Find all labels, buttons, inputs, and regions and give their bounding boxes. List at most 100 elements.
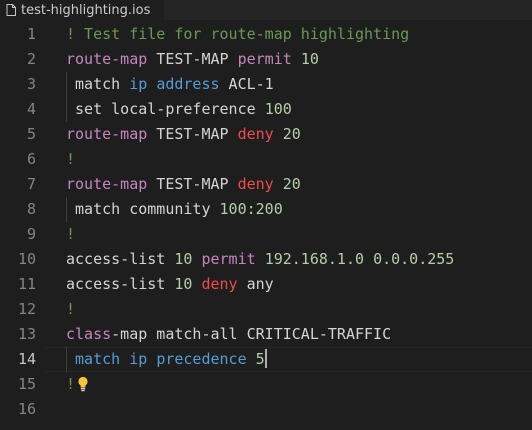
token-number: 5 — [255, 350, 265, 368]
line-number: 4 — [26, 100, 36, 118]
code-line[interactable]: 12! — [0, 297, 532, 322]
token-number: 10 — [174, 250, 193, 268]
code-text: ! — [66, 222, 75, 247]
line-number: 5 — [26, 125, 36, 143]
line-number: 10 — [17, 250, 36, 268]
code-line[interactable]: 7 route-map TEST-MAP deny 20 — [0, 172, 532, 197]
line-number: 9 — [26, 225, 36, 243]
token-plain: access-list — [66, 250, 175, 268]
file-icon — [6, 4, 16, 16]
code-line[interactable]: 14 match ip precedence 5 — [0, 347, 532, 372]
token-ip: ip — [129, 75, 148, 93]
code-text: route-map TEST-MAP deny 20 — [66, 122, 301, 147]
token-permit: permit — [237, 50, 292, 68]
tab-test-highlighting[interactable]: test-highlighting.ios — [0, 0, 165, 20]
line-number: 11 — [17, 275, 36, 293]
token-plain: TEST-MAP — [147, 50, 238, 68]
code-line[interactable]: 1 ! Test file for route-map highlighting — [0, 22, 532, 47]
token-number: 10 — [300, 50, 319, 68]
code-text: ! — [66, 147, 75, 172]
code-line[interactable]: 6! — [0, 147, 532, 172]
code-text: ! — [66, 297, 75, 322]
token-plain: match community — [66, 200, 220, 218]
code-line[interactable]: 8 match community 100:200 — [0, 197, 532, 222]
code-text: match ip address ACL-1 — [66, 72, 274, 97]
token-number: 10 — [174, 275, 193, 293]
token-number: 100:200 — [219, 200, 283, 218]
code-text: class-map match-all CRITICAL-TRAFFIC — [66, 322, 391, 347]
token-keyword: class — [66, 325, 112, 343]
line-number: 8 — [26, 200, 36, 218]
line-number: 6 — [26, 150, 36, 168]
line-number: 1 — [26, 25, 36, 43]
code-line[interactable]: 4 set local-preference 100 — [0, 97, 532, 122]
token-deny: deny — [201, 275, 238, 293]
token-plain: access-list — [66, 275, 175, 293]
code-text: ! Test file for route-map highlighting — [66, 22, 409, 47]
token-plain: set local-preference — [66, 100, 265, 118]
token-number: 20 — [282, 175, 301, 193]
line-number: 12 — [17, 300, 36, 318]
token-comment: ! — [66, 375, 76, 393]
code-text: ! — [66, 372, 89, 397]
code-line[interactable]: 13 class-map match-all CRITICAL-TRAFFIC — [0, 322, 532, 347]
line-number: 14 — [17, 350, 36, 368]
token-plain: match — [66, 75, 130, 93]
token-keyword: route-map — [66, 175, 148, 193]
token-deny: deny — [237, 125, 274, 143]
line-number: 2 — [26, 50, 36, 68]
token-comment: ! — [66, 150, 76, 168]
token-plain: TEST-MAP — [147, 125, 238, 143]
token-ip: ip — [129, 350, 148, 368]
code-line[interactable]: 9! — [0, 222, 532, 247]
line-number: 16 — [17, 400, 36, 418]
line-number: 3 — [26, 75, 36, 93]
token-deny: deny — [237, 175, 274, 193]
code-editor[interactable]: 1 ! Test file for route-map highlighting 2… — [0, 20, 532, 430]
code-line[interactable]: 10 access-list 10 permit 192.168.1.0 0.0.… — [0, 247, 532, 272]
code-line[interactable]: 3 match ip address ACL-1 — [0, 72, 532, 97]
token-plain: any — [237, 275, 274, 293]
token-comment: ! Test file for route-map highlighting — [66, 25, 410, 43]
token-comment: ! — [66, 225, 76, 243]
token-number: 100 — [264, 100, 292, 118]
code-text: match ip precedence 5 — [66, 347, 267, 372]
token-number: 20 — [282, 125, 301, 143]
token-permit: permit — [201, 250, 256, 268]
code-line[interactable]: 5 route-map TEST-MAP deny 20 — [0, 122, 532, 147]
token-plain: ACL-1 — [219, 75, 274, 93]
token-number: 0.0.0.255 — [373, 250, 455, 268]
code-line[interactable]: 15! — [0, 372, 532, 397]
code-text: set local-preference 100 — [66, 97, 292, 122]
code-line[interactable]: 11 access-list 10 deny any — [0, 272, 532, 297]
token-plain: -map match-all CRITICAL-TRAFFIC — [111, 325, 392, 343]
line-number: 13 — [17, 325, 36, 343]
code-line[interactable]: 2 route-map TEST-MAP permit 10 — [0, 47, 532, 72]
token-plain: TEST-MAP — [147, 175, 238, 193]
token-ip: match — [75, 350, 121, 368]
tab-bar: test-highlighting.ios — [0, 0, 532, 20]
token-comment: ! — [66, 300, 76, 318]
token-keyword: route-map — [66, 50, 148, 68]
text-cursor — [264, 349, 267, 368]
code-text: match community 100:200 — [66, 197, 283, 222]
line-number: 15 — [17, 375, 36, 393]
tab-label: test-highlighting.ios — [21, 2, 151, 18]
token-ip: address — [156, 75, 220, 93]
editor-window: test-highlighting.ios 1 ! Test file for r… — [0, 0, 532, 430]
code-line[interactable]: 16 — [0, 397, 532, 422]
code-text: access-list 10 permit 192.168.1.0 0.0.0.… — [66, 247, 454, 272]
code-text: route-map TEST-MAP permit 10 — [66, 47, 319, 72]
token-ip: precedence — [156, 350, 247, 368]
token-keyword: route-map — [66, 125, 148, 143]
